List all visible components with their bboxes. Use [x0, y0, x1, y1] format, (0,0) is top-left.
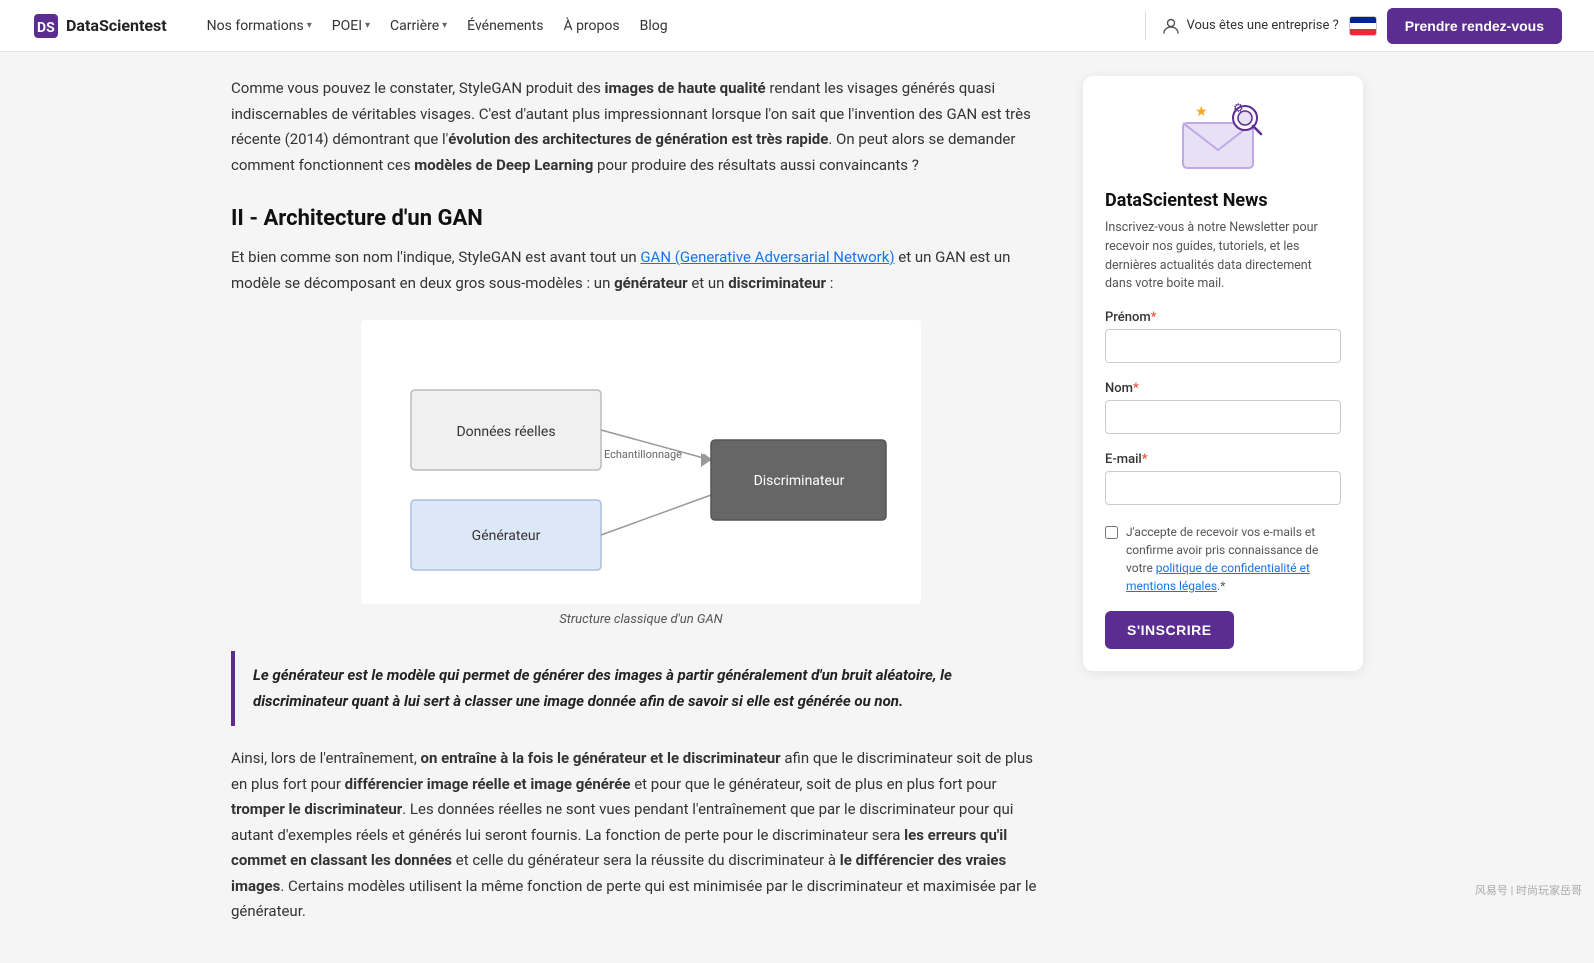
training-paragraph: Ainsi, lors de l'entraînement, on entraî… [231, 746, 1051, 925]
enterprise-link[interactable]: Vous êtes une entreprise ? [1162, 17, 1338, 35]
prenom-label: Prénom* [1105, 310, 1341, 325]
enterprise-icon [1162, 17, 1180, 35]
prenom-group: Prénom* [1105, 310, 1341, 377]
blockquote: Le générateur est le modèle qui permet d… [231, 651, 1051, 726]
newsletter-illustration: ★ ⚙ [1105, 98, 1341, 178]
svg-text:★: ★ [1195, 104, 1208, 120]
gan-intro-paragraph: Et bien comme son nom l'indique, StyleGA… [231, 245, 1051, 296]
svg-text:Données réelles: Données réelles [456, 424, 555, 440]
svg-text:Echantillonnage: Echantillonnage [604, 448, 682, 461]
section-heading: II - Architecture d'un GAN [231, 206, 1051, 231]
sidebar: ★ ⚙ DataScientest News Inscrivez-vous à … [1083, 76, 1363, 939]
email-input[interactable] [1105, 471, 1341, 505]
nav-nos-formations[interactable]: Nos formations ▾ [199, 12, 320, 40]
logo-text: DataScientest [66, 16, 167, 35]
svg-text:⚙: ⚙ [1233, 101, 1244, 115]
chevron-down-icon: ▾ [307, 20, 312, 31]
newsletter-icon: ★ ⚙ [1173, 98, 1273, 178]
nav-blog[interactable]: Blog [632, 12, 676, 40]
cta-button[interactable]: Prendre rendez-vous [1387, 8, 1562, 44]
consent-label: J'accepte de recevoir vos e-mails et con… [1126, 523, 1341, 595]
newsletter-title: DataScientest News [1105, 190, 1341, 211]
subscribe-button[interactable]: S'INSCRIRE [1105, 611, 1234, 649]
nom-label: Nom* [1105, 381, 1341, 396]
nav-poei[interactable]: POEI ▾ [324, 12, 378, 40]
email-label: E-mail* [1105, 452, 1341, 467]
chevron-down-icon: ▾ [442, 20, 447, 31]
nav-carriere[interactable]: Carrière ▾ [382, 12, 455, 40]
svg-text:DS: DS [37, 20, 55, 36]
newsletter-card: ★ ⚙ DataScientest News Inscrivez-vous à … [1083, 76, 1363, 671]
consent-checkbox-wrap: J'accepte de recevoir vos e-mails et con… [1105, 523, 1341, 595]
navbar: DS DataScientest Nos formations ▾ POEI ▾… [0, 0, 1594, 52]
main-content: Comme vous pouvez le constater, StyleGAN… [231, 76, 1051, 939]
diagram-svg: Données réelles Générateur Echantillonna… [381, 340, 901, 580]
nom-group: Nom* [1105, 381, 1341, 448]
svg-text:Générateur: Générateur [472, 528, 541, 544]
nom-input[interactable] [1105, 400, 1341, 434]
gan-link[interactable]: GAN (Generative Adversarial Network) [640, 248, 894, 266]
nav-right: Vous êtes une entreprise ? Prendre rende… [1162, 8, 1562, 44]
diagram-caption: Structure classique d'un GAN [559, 612, 722, 627]
intro-paragraph: Comme vous pouvez le constater, StyleGAN… [231, 76, 1051, 178]
nav-links: Nos formations ▾ POEI ▾ Carrière ▾ Événe… [199, 12, 1130, 40]
svg-text:Discriminateur: Discriminateur [754, 473, 845, 489]
consent-checkbox[interactable] [1105, 526, 1118, 539]
gan-diagram: Données réelles Générateur Echantillonna… [231, 320, 1051, 627]
prenom-input[interactable] [1105, 329, 1341, 363]
logo[interactable]: DS DataScientest [32, 12, 167, 40]
nav-a-propos[interactable]: À propos [555, 12, 627, 40]
newsletter-desc: Inscrivez-vous à notre Newsletter pour r… [1105, 219, 1341, 294]
nav-divider [1145, 12, 1146, 40]
language-flag[interactable] [1349, 16, 1377, 36]
chevron-down-icon: ▾ [365, 20, 370, 31]
nav-evenements[interactable]: Événements [459, 12, 551, 40]
watermark: 风易号 | 时尚玩家岳哥 [1475, 882, 1582, 898]
email-group: E-mail* [1105, 452, 1341, 519]
